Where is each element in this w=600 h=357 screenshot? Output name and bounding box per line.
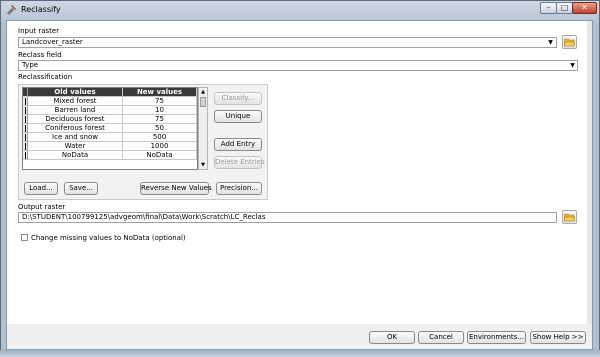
close-button[interactable]: ✕ [572,2,597,14]
window-title: Reclassify [21,5,61,14]
cancel-button[interactable]: Cancel [418,331,464,344]
old-value-cell[interactable]: Ice and snow [28,133,123,142]
open-folder-icon [564,38,575,47]
chevron-down-icon[interactable]: ▼ [568,61,577,70]
change-missing-label: Change missing values to NoData (optiona… [31,234,186,242]
output-raster-field[interactable]: D:\STUDENT\100799125\advgeom\final\Data\… [18,212,557,223]
title-bar[interactable]: Reclassify – □ ✕ [1,1,599,19]
reverse-new-values-button[interactable]: Reverse New Values [140,182,212,195]
environments-button[interactable]: Environments... [467,331,526,344]
table-header-row: Old values New values [23,88,197,97]
scroll-thumb[interactable] [200,97,206,107]
table-row[interactable]: Water 1000 [23,142,197,151]
chevron-down-icon[interactable]: ▼ [546,38,555,47]
new-value-cell[interactable]: 75 [123,97,197,106]
table-row[interactable]: NoData NoData [23,151,197,160]
output-raster-browse-button[interactable] [562,210,577,224]
old-values-header: Old values [28,88,123,97]
new-value-cell[interactable]: 50 [123,124,197,133]
toolbox-icon [7,5,16,15]
input-raster-combobox[interactable]: Landcover_raster [18,37,557,48]
old-value-cell[interactable]: Water [28,142,123,151]
table-row[interactable]: Ice and snow 500 [23,133,197,142]
output-raster-label: Output raster [18,203,66,211]
minimize-button[interactable]: – [540,2,557,14]
reclass-field-combobox[interactable]: Type [18,60,578,71]
reclassification-table[interactable]: Old values New values Mixed forest 75 Ba… [22,87,198,170]
precision-button[interactable]: Precision... [216,182,262,195]
input-raster-label: Input raster [18,27,60,35]
show-help-button[interactable]: Show Help >> [530,331,586,344]
table-row[interactable]: Mixed forest 75 [23,97,197,106]
desktop-background [0,350,600,357]
new-value-cell[interactable]: 500 [123,133,197,142]
old-value-cell[interactable]: Barren land [28,106,123,115]
new-value-cell[interactable]: 10 [123,106,197,115]
reclass-field-label: Reclass field [18,51,62,59]
maximize-button[interactable]: □ [556,2,573,14]
new-values-header: New values [123,88,197,97]
old-value-cell[interactable]: Coniferous forest [28,124,123,133]
scroll-up-icon[interactable]: ▲ [199,88,207,96]
change-missing-checkbox[interactable] [21,234,28,241]
ok-button[interactable]: OK [369,331,415,344]
reclassification-label: Reclassification [18,73,73,81]
classify-button[interactable]: Classify... [214,92,262,105]
new-value-cell[interactable]: 1000 [123,142,197,151]
old-value-cell[interactable]: Mixed forest [28,97,123,106]
scroll-down-icon[interactable]: ▼ [199,161,207,169]
add-entry-button[interactable]: Add Entry [214,138,262,151]
table-row[interactable]: Deciduous forest 75 [23,115,197,124]
open-folder-icon [564,213,575,222]
load-button[interactable]: Load... [24,182,58,195]
new-value-cell[interactable]: NoData [123,151,197,160]
panel-scrollbar[interactable] [587,21,592,324]
new-value-cell[interactable]: 75 [123,115,197,124]
table-row[interactable]: Barren land 10 [23,106,197,115]
old-value-cell[interactable]: NoData [28,151,123,160]
table-scrollbar[interactable]: ▲ ▼ [198,87,208,170]
save-button[interactable]: Save... [64,182,98,195]
delete-entries-button[interactable]: Delete Entries [214,156,265,169]
input-raster-browse-button[interactable] [562,35,577,49]
table-row[interactable]: Coniferous forest 50 [23,124,197,133]
unique-button[interactable]: Unique [214,110,262,123]
old-value-cell[interactable]: Deciduous forest [28,115,123,124]
